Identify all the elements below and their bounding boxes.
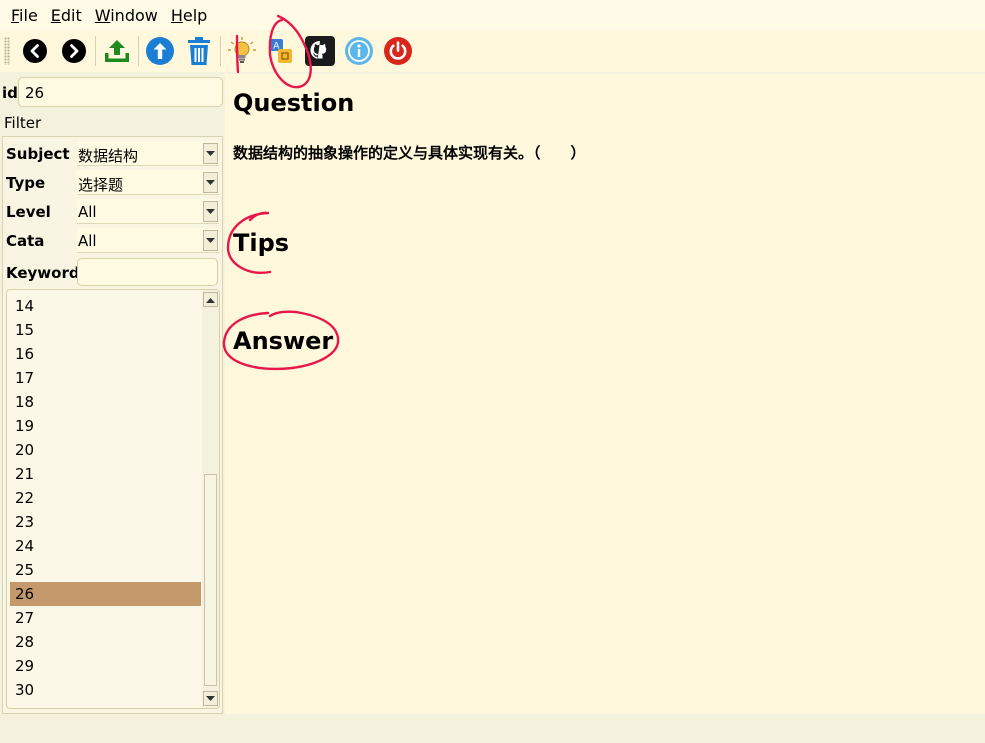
keyword-label: Keyword — [6, 264, 80, 282]
question-heading: Question — [233, 89, 355, 117]
toolbar-separator — [95, 36, 96, 66]
lightbulb-icon — [228, 37, 256, 63]
type-combobox[interactable]: 选择题 — [77, 170, 219, 195]
upload-icon — [105, 40, 129, 62]
trash-icon — [188, 37, 210, 65]
list-item[interactable]: 17 — [10, 366, 201, 390]
list-item[interactable]: 19 — [10, 414, 201, 438]
scroll-down-icon[interactable] — [203, 691, 218, 706]
question-list: 14 15 16 17 18 19 20 21 22 23 24 25 26 27 28 29 30 — [6, 289, 220, 709]
list-item[interactable]: 18 — [10, 390, 201, 414]
upload-button[interactable] — [100, 34, 134, 68]
menu-window-label: indow — [110, 5, 158, 25]
cata-label: Cata — [6, 232, 45, 250]
cata-combobox[interactable]: All — [77, 228, 219, 253]
list-item[interactable]: 16 — [10, 342, 201, 366]
menu-file-mnemonic: F — [11, 5, 20, 25]
id-row: id 26 — [0, 76, 225, 108]
level-row: Level All — [3, 198, 223, 224]
info-button[interactable] — [342, 34, 376, 68]
list-item[interactable]: 20 — [10, 438, 201, 462]
quit-button[interactable] — [381, 34, 415, 68]
menu-edit-mnemonic: E — [50, 5, 61, 25]
arrow-up-icon — [146, 37, 174, 65]
info-icon — [345, 37, 373, 65]
question-view: Question 数据结构的抽象操作的定义与具体实现有关。（ ） Tips An… — [225, 74, 985, 714]
github-button[interactable] — [303, 34, 337, 68]
back-button[interactable] — [18, 34, 52, 68]
list-item[interactable]: 27 — [10, 606, 201, 630]
subject-row: Subject 数据结构 — [3, 140, 223, 166]
level-combobox[interactable]: All — [77, 199, 219, 224]
menu-window[interactable]: Window — [90, 6, 163, 25]
menu-help-mnemonic: H — [170, 5, 183, 25]
tips-heading[interactable]: Tips — [233, 229, 289, 257]
question-text: 数据结构的抽象操作的定义与具体实现有关。（ ） — [233, 144, 586, 162]
subject-label: Subject — [6, 145, 70, 163]
power-icon — [384, 37, 412, 65]
list-item[interactable]: 15 — [10, 318, 201, 342]
menu-edit[interactable]: Edit — [46, 6, 87, 25]
subject-combobox[interactable]: 数据结构 — [77, 141, 219, 166]
id-label: id — [2, 84, 18, 102]
delete-button[interactable] — [182, 34, 216, 68]
menu-help-label: elp — [182, 5, 208, 25]
list-item[interactable]: 30 — [10, 678, 201, 702]
level-label: Level — [6, 203, 51, 221]
toolbar: A — [0, 30, 985, 72]
scroll-top-button[interactable] — [143, 34, 177, 68]
level-value: All — [78, 203, 97, 221]
filter-group: Subject 数据结构 Type 选择题 Level All Cata All — [2, 136, 223, 714]
subject-value: 数据结构 — [78, 147, 139, 165]
filter-title: Filter — [4, 114, 42, 132]
left-panel: id 26 Filter Subject 数据结构 Type 选择题 Level… — [0, 74, 225, 714]
type-value: 选择题 — [78, 176, 124, 194]
toolbar-grip[interactable] — [4, 37, 10, 65]
scroll-up-icon[interactable] — [203, 292, 218, 307]
list-item[interactable]: 24 — [10, 534, 201, 558]
keyword-input[interactable] — [77, 258, 218, 286]
list-item[interactable]: 21 — [10, 462, 201, 486]
menu-file-label: ile — [19, 5, 38, 25]
menu-window-mnemonic: W — [94, 5, 111, 25]
menu-edit-label: dit — [60, 5, 82, 25]
list-item[interactable]: 14 — [10, 294, 201, 318]
arrow-left-icon — [23, 39, 47, 63]
answer-heading[interactable]: Answer — [233, 327, 333, 355]
toolbar-separator — [220, 36, 221, 66]
keyword-row: Keyword — [3, 257, 223, 287]
menu-bar: File Edit Window Help — [0, 0, 985, 30]
status-bar — [0, 714, 985, 743]
chevron-down-icon[interactable] — [203, 143, 218, 164]
list-item[interactable]: 26 — [10, 582, 201, 606]
cata-value: All — [78, 232, 97, 250]
list-item[interactable]: 23 — [10, 510, 201, 534]
forward-button[interactable] — [57, 34, 91, 68]
type-row: Type 选择题 — [3, 169, 223, 195]
list-item[interactable]: 25 — [10, 558, 201, 582]
scrollbar-thumb[interactable] — [204, 474, 217, 686]
type-label: Type — [6, 174, 46, 192]
list-item[interactable]: 29 — [10, 654, 201, 678]
toolbar-separator — [138, 36, 139, 66]
list-item[interactable]: 22 — [10, 486, 201, 510]
chevron-down-icon[interactable] — [203, 201, 218, 222]
arrow-right-icon — [62, 39, 86, 63]
question-list-items: 14 15 16 17 18 19 20 21 22 23 24 25 26 27 28 29 30 — [10, 294, 201, 702]
tips-button[interactable] — [225, 34, 259, 68]
menu-file[interactable]: File — [6, 6, 43, 25]
cata-row: Cata All — [3, 227, 223, 253]
chevron-down-icon[interactable] — [203, 230, 218, 251]
list-item[interactable]: 28 — [10, 630, 201, 654]
id-input[interactable]: 26 — [18, 77, 223, 107]
translate-button[interactable]: A — [264, 34, 298, 68]
menu-help[interactable]: Help — [166, 6, 212, 25]
github-icon — [305, 36, 335, 66]
translate-icon: A — [270, 39, 292, 63]
list-scrollbar[interactable] — [202, 290, 219, 708]
chevron-down-icon[interactable] — [203, 172, 218, 193]
